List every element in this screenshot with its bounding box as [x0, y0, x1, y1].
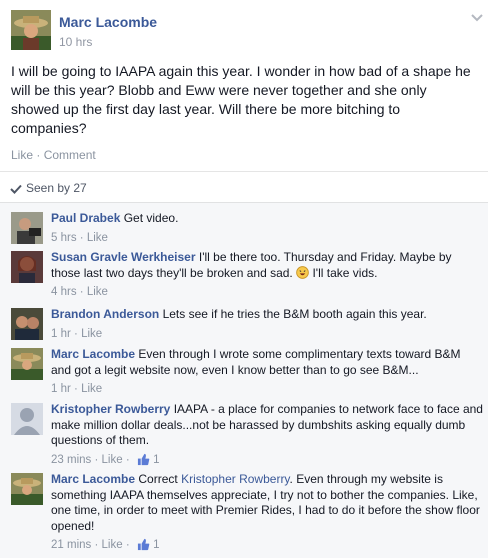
laughing-emoji-icon — [296, 265, 309, 279]
tagged-user-link[interactable]: Kristopher Rowberry — [181, 472, 289, 486]
post-actions: Like · Comment — [11, 148, 96, 162]
seen-by[interactable]: Seen by 27 — [10, 181, 87, 195]
comment-link[interactable]: Comment — [44, 148, 96, 162]
like-link[interactable]: Like — [11, 148, 33, 162]
comment-time[interactable]: 5 hrs — [51, 232, 77, 244]
comment-time[interactable]: 21 mins — [51, 539, 91, 551]
post-card: Marc Lacombe 10 hrs I will be going to I… — [0, 0, 488, 205]
commenter-avatar[interactable] — [11, 403, 43, 435]
comment-like-link[interactable]: Like — [87, 286, 108, 298]
comment-time[interactable]: 23 mins — [51, 454, 91, 466]
comment-meta: 23 mins · Like · 1 — [51, 453, 160, 466]
commenter-avatar[interactable] — [11, 212, 43, 244]
comment-like-link[interactable]: Like — [87, 232, 108, 244]
comment-meta: 4 hrs · Like — [51, 286, 108, 298]
commenter-name[interactable]: Brandon Anderson — [51, 307, 159, 321]
comment-like-link[interactable]: Like — [81, 328, 102, 340]
chevron-down-icon[interactable] — [470, 12, 484, 24]
comment-text: Lets see if he tries the B&M booth again… — [162, 307, 427, 321]
commenter-avatar[interactable] — [11, 348, 43, 380]
thumbs-up-icon[interactable] — [137, 538, 150, 551]
comment-meta: 21 mins · Like · 1 — [51, 538, 160, 551]
comment-like-link[interactable]: Like — [102, 539, 123, 551]
comment-text: Get video. — [123, 211, 179, 225]
comment-time[interactable]: 1 hr — [51, 383, 71, 395]
comment-like-count[interactable]: 1 — [153, 539, 159, 551]
comment-time[interactable]: 1 hr — [51, 328, 71, 340]
post-text: I will be going to IAAPA again this year… — [11, 63, 471, 136]
commenter-avatar[interactable] — [11, 308, 43, 340]
commenter-avatar[interactable] — [11, 251, 43, 283]
commenter-name[interactable]: Marc Lacombe — [51, 347, 135, 361]
comment-time[interactable]: 4 hrs — [51, 286, 77, 298]
comment-meta: 1 hr · Like — [51, 328, 103, 340]
commenter-avatar[interactable] — [11, 473, 43, 505]
author-avatar[interactable] — [11, 10, 51, 50]
comment-meta: 1 hr · Like — [51, 383, 103, 395]
comment-like-link[interactable]: Like — [102, 454, 123, 466]
commenter-name[interactable]: Kristopher Rowberry — [51, 402, 170, 416]
comments-section: Paul Drabek Get video. 5 hrs · Like Susa… — [0, 202, 488, 558]
comment-like-count[interactable]: 1 — [153, 454, 159, 466]
thumbs-up-icon[interactable] — [137, 453, 150, 466]
commenter-name[interactable]: Paul Drabek — [51, 211, 120, 225]
comment-like-link[interactable]: Like — [81, 383, 102, 395]
comment-text-lead: Correct — [138, 472, 178, 486]
commenter-name[interactable]: Marc Lacombe — [51, 472, 135, 486]
divider — [0, 171, 488, 172]
comment-text-continued: I'll take vids. — [312, 265, 378, 280]
comment-meta: 5 hrs · Like — [51, 232, 108, 244]
post-timestamp[interactable]: 10 hrs — [59, 35, 92, 49]
checkmark-icon — [10, 184, 22, 194]
post-author[interactable]: Marc Lacombe — [59, 14, 157, 30]
commenter-name[interactable]: Susan Gravle Werkheiser — [51, 250, 196, 264]
